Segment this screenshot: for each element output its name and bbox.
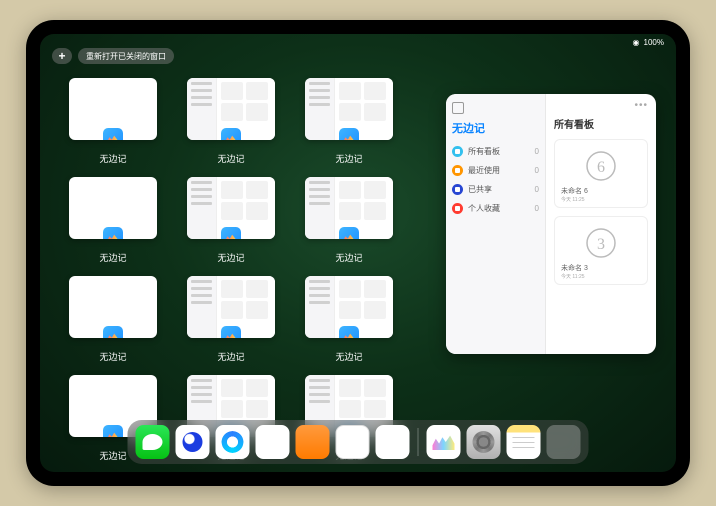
dock [128,420,589,464]
board-name: 未命名 3 [559,263,643,273]
thumbnail-preview [69,177,157,239]
thumbnail-label: 无边记 [335,350,362,363]
freeform-window-preview[interactable]: 无边记 所有看板0最近使用0已共享0个人收藏0 ••• 所有看板 6未命名 6今… [446,94,656,354]
freeform-app-icon [221,326,241,338]
thumbnail-preview [305,78,393,140]
svg-text:6: 6 [597,159,605,176]
window-thumbnail[interactable]: 无边记 [68,177,158,264]
thumbnail-label: 无边记 [335,251,362,264]
window-thumbnail[interactable]: 无边记 [68,276,158,363]
reopen-closed-window-button[interactable]: 重新打开已关闭的窗口 [78,48,174,64]
board-card[interactable]: 6 未命名 6今天 11:25 [554,139,648,208]
freeform-app-icon [221,227,241,239]
status-bar: ◉ 100% [633,38,664,47]
top-controls: + 重新打开已关闭的窗口 [52,48,174,64]
window-thumbnail[interactable]: 无边记 [186,78,276,165]
thumbnail-label: 无边记 [335,152,362,165]
window-thumbnail[interactable]: 无边记 [304,177,394,264]
sidebar-item-label: 最近使用 [468,165,500,176]
thumbnail-preview [305,276,393,338]
dock-app-play[interactable] [256,425,290,459]
thumbnail-label: 无边记 [99,251,126,264]
thumbnail-preview [305,177,393,239]
freeform-app-icon [103,227,123,239]
category-icon [452,184,463,195]
dock-app-quark[interactable] [176,425,210,459]
thumbnail-preview [187,177,275,239]
battery-indicator: 100% [644,38,664,47]
sidebar-item-navy[interactable]: 已共享 0 [452,180,539,199]
sidebar-toggle-icon[interactable] [452,102,464,114]
window-thumbnail[interactable]: 无边记 [68,78,158,165]
dock-app-qqbrowser[interactable] [216,425,250,459]
more-options-button[interactable]: ••• [634,100,648,111]
thumbnail-label: 无边记 [99,152,126,165]
board-thumbnail: 3 [559,223,643,263]
thumbnail-label: 无边记 [99,350,126,363]
board-name: 未命名 6 [559,186,643,196]
freeform-app-icon [339,326,359,338]
boards-section-title: 所有看板 [554,116,648,131]
sidebar-item-blue[interactable]: 所有看板 0 [452,142,539,161]
window-thumbnail[interactable]: 无边记 [304,276,394,363]
category-icon [452,165,463,176]
sidebar-item-orange[interactable]: 最近使用 0 [452,161,539,180]
sidebar-title: 无边记 [452,120,539,136]
dock-app-settings[interactable] [467,425,501,459]
freeform-app-icon [221,128,241,140]
thumbnail-label: 无边记 [217,350,244,363]
board-date: 今天 11:25 [559,273,643,280]
sidebar-item-count: 0 [535,185,539,194]
sidebar-item-count: 0 [535,204,539,213]
freeform-sidebar: 无边记 所有看板 0 最近使用 0 已共享 0 个人收藏 0 [446,94,546,354]
sidebar-item-count: 0 [535,147,539,156]
sidebar-item-label: 个人收藏 [468,203,500,214]
dock-app-books[interactable] [296,425,330,459]
dock-app-freeform[interactable] [427,425,461,459]
window-thumbnail[interactable]: 无边记 [186,177,276,264]
sidebar-toolbar [452,102,539,114]
board-card[interactable]: 3 未命名 3今天 11:25 [554,216,648,285]
board-date: 今天 11:25 [559,196,643,203]
thumbnail-label: 无边记 [99,449,126,462]
sidebar-item-count: 0 [535,166,539,175]
category-icon [452,146,463,157]
sidebar-item-label: 所有看板 [468,146,500,157]
thumbnail-preview [187,276,275,338]
window-thumbnail[interactable]: 无边记 [186,276,276,363]
dock-app-library[interactable] [547,425,581,459]
sidebar-item-label: 已共享 [468,184,492,195]
thumbnail-preview [187,78,275,140]
dock-separator [418,428,419,456]
freeform-boards-area: ••• 所有看板 6未命名 6今天 11:253未命名 3今天 11:25 [546,94,656,354]
sidebar-item-red[interactable]: 个人收藏 0 [452,199,539,218]
window-thumbnail[interactable]: 无边记 [304,78,394,165]
dock-app-wechat[interactable] [136,425,170,459]
dock-app-dice[interactable] [336,425,370,459]
svg-text:3: 3 [597,236,605,253]
freeform-app-icon [339,128,359,140]
thumbnail-label: 无边记 [217,251,244,264]
thumbnail-label: 无边记 [217,152,244,165]
app-expose-grid: 无边记无边记无边记无边记无边记无边记无边记无边记无边记无边记无边记无边记 [68,78,428,462]
thumbnail-preview [69,78,157,140]
category-icon [452,203,463,214]
ipad-device-frame: ◉ 100% + 重新打开已关闭的窗口 无边记无边记无边记无边记无边记无边记无边… [26,20,690,486]
freeform-app-icon [103,128,123,140]
ipad-screen: ◉ 100% + 重新打开已关闭的窗口 无边记无边记无边记无边记无边记无边记无边… [40,34,676,472]
freeform-app-icon [103,326,123,338]
dock-app-obsidian[interactable] [376,425,410,459]
wifi-icon: ◉ [633,38,640,47]
board-thumbnail: 6 [559,146,643,186]
freeform-app-icon [339,227,359,239]
freeform-app-icon [103,425,123,437]
dock-app-notes[interactable] [507,425,541,459]
thumbnail-preview [69,276,157,338]
new-window-button[interactable]: + [52,48,72,64]
